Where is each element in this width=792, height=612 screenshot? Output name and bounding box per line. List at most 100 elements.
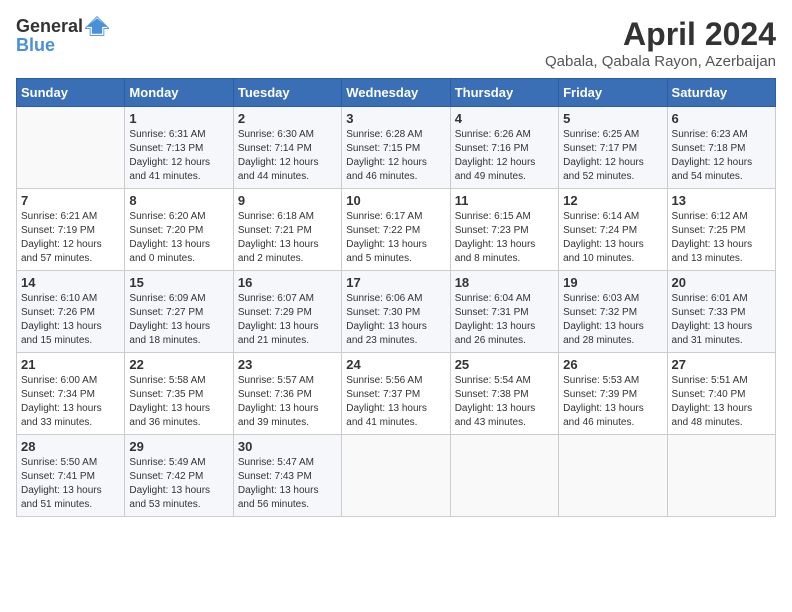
day-number: 25	[455, 357, 554, 372]
calendar-cell: 21 Sunrise: 6:00 AMSunset: 7:34 PMDayligh…	[17, 353, 125, 435]
calendar-cell: 29 Sunrise: 5:49 AMSunset: 7:42 PMDayligh…	[125, 435, 233, 517]
header-day-sunday: Sunday	[17, 79, 125, 107]
calendar-cell: 6 Sunrise: 6:23 AMSunset: 7:18 PMDaylight…	[667, 107, 775, 189]
day-number: 8	[129, 193, 228, 208]
day-info: Sunrise: 6:31 AMSunset: 7:13 PMDaylight:…	[129, 128, 228, 184]
header-day-saturday: Saturday	[667, 79, 775, 107]
day-info: Sunrise: 6:23 AMSunset: 7:18 PMDaylight:…	[672, 128, 771, 184]
day-info: Sunrise: 5:47 AMSunset: 7:43 PMDaylight:…	[238, 456, 337, 512]
day-number: 19	[563, 275, 662, 290]
header-day-friday: Friday	[559, 79, 667, 107]
calendar-cell: 7Sunrise: 6:21 AMSunset: 7:19 PMDaylight…	[17, 189, 125, 271]
calendar-cell: 16 Sunrise: 6:07 AMSunset: 7:29 PMDayligh…	[233, 271, 341, 353]
header-day-wednesday: Wednesday	[342, 79, 450, 107]
day-number: 16	[238, 275, 337, 290]
day-number: 9	[238, 193, 337, 208]
calendar-cell	[450, 435, 558, 517]
day-number: 30	[238, 439, 337, 454]
day-info: Sunrise: 6:14 AMSunset: 7:24 PMDaylight:…	[563, 210, 662, 266]
calendar-cell: 4 Sunrise: 6:26 AMSunset: 7:16 PMDaylight…	[450, 107, 558, 189]
header-day-tuesday: Tuesday	[233, 79, 341, 107]
day-info: Sunrise: 6:17 AMSunset: 7:22 PMDaylight:…	[346, 210, 445, 266]
day-info: Sunrise: 6:07 AMSunset: 7:29 PMDaylight:…	[238, 292, 337, 348]
day-number: 1	[129, 111, 228, 126]
calendar-cell: 9 Sunrise: 6:18 AMSunset: 7:21 PMDaylight…	[233, 189, 341, 271]
calendar-cell	[342, 435, 450, 517]
day-info: Sunrise: 5:58 AMSunset: 7:35 PMDaylight:…	[129, 374, 228, 430]
week-row-4: 21 Sunrise: 6:00 AMSunset: 7:34 PMDayligh…	[17, 353, 776, 435]
calendar-cell: 12 Sunrise: 6:14 AMSunset: 7:24 PMDayligh…	[559, 189, 667, 271]
day-info: Sunrise: 6:00 AMSunset: 7:34 PMDaylight:…	[21, 374, 120, 430]
calendar-cell: 14 Sunrise: 6:10 AMSunset: 7:26 PMDayligh…	[17, 271, 125, 353]
day-info: Sunrise: 5:49 AMSunset: 7:42 PMDaylight:…	[129, 456, 228, 512]
day-info: Sunrise: 6:15 AMSunset: 7:23 PMDaylight:…	[455, 210, 554, 266]
day-number: 21	[21, 357, 120, 372]
calendar-cell: 19 Sunrise: 6:03 AMSunset: 7:32 PMDayligh…	[559, 271, 667, 353]
calendar-cell: 26 Sunrise: 5:53 AMSunset: 7:39 PMDayligh…	[559, 353, 667, 435]
calendar-header-row: SundayMondayTuesdayWednesdayThursdayFrid…	[17, 79, 776, 107]
calendar-cell: 1 Sunrise: 6:31 AMSunset: 7:13 PMDaylight…	[125, 107, 233, 189]
day-number: 10	[346, 193, 445, 208]
calendar-cell	[17, 107, 125, 189]
day-info: Sunrise: 5:57 AMSunset: 7:36 PMDaylight:…	[238, 374, 337, 430]
day-info: Sunrise: 6:18 AMSunset: 7:21 PMDaylight:…	[238, 210, 337, 266]
week-row-3: 14 Sunrise: 6:10 AMSunset: 7:26 PMDayligh…	[17, 271, 776, 353]
calendar-cell: 2 Sunrise: 6:30 AMSunset: 7:14 PMDaylight…	[233, 107, 341, 189]
day-number: 23	[238, 357, 337, 372]
day-number: 27	[672, 357, 771, 372]
calendar-cell: 11Sunrise: 6:15 AMSunset: 7:23 PMDayligh…	[450, 189, 558, 271]
day-info: Sunrise: 6:10 AMSunset: 7:26 PMDaylight:…	[21, 292, 120, 348]
header-day-thursday: Thursday	[450, 79, 558, 107]
day-info: Sunrise: 5:51 AMSunset: 7:40 PMDaylight:…	[672, 374, 771, 430]
calendar-cell: 18 Sunrise: 6:04 AMSunset: 7:31 PMDayligh…	[450, 271, 558, 353]
calendar-cell: 3Sunrise: 6:28 AMSunset: 7:15 PMDaylight…	[342, 107, 450, 189]
calendar-cell: 30 Sunrise: 5:47 AMSunset: 7:43 PMDayligh…	[233, 435, 341, 517]
calendar-cell: 8 Sunrise: 6:20 AMSunset: 7:20 PMDaylight…	[125, 189, 233, 271]
calendar-cell: 10 Sunrise: 6:17 AMSunset: 7:22 PMDayligh…	[342, 189, 450, 271]
calendar-cell: 13Sunrise: 6:12 AMSunset: 7:25 PMDayligh…	[667, 189, 775, 271]
day-number: 4	[455, 111, 554, 126]
calendar-cell	[559, 435, 667, 517]
header-day-monday: Monday	[125, 79, 233, 107]
day-number: 17	[346, 275, 445, 290]
day-number: 29	[129, 439, 228, 454]
header: General Blue April 2024 Qabala, Qabala R…	[16, 16, 776, 70]
day-info: Sunrise: 6:30 AMSunset: 7:14 PMDaylight:…	[238, 128, 337, 184]
day-number: 2	[238, 111, 337, 126]
day-info: Sunrise: 6:20 AMSunset: 7:20 PMDaylight:…	[129, 210, 228, 266]
day-number: 3	[346, 111, 445, 126]
day-info: Sunrise: 5:50 AMSunset: 7:41 PMDaylight:…	[21, 456, 120, 512]
calendar-cell: 27 Sunrise: 5:51 AMSunset: 7:40 PMDayligh…	[667, 353, 775, 435]
day-info: Sunrise: 6:06 AMSunset: 7:30 PMDaylight:…	[346, 292, 445, 348]
day-number: 18	[455, 275, 554, 290]
day-number: 12	[563, 193, 662, 208]
day-number: 22	[129, 357, 228, 372]
day-info: Sunrise: 6:26 AMSunset: 7:16 PMDaylight:…	[455, 128, 554, 184]
day-info: Sunrise: 6:21 AMSunset: 7:19 PMDaylight:…	[21, 210, 120, 266]
calendar-cell: 5Sunrise: 6:25 AMSunset: 7:17 PMDaylight…	[559, 107, 667, 189]
day-number: 15	[129, 275, 228, 290]
calendar-cell: 17 Sunrise: 6:06 AMSunset: 7:30 PMDayligh…	[342, 271, 450, 353]
day-info: Sunrise: 6:04 AMSunset: 7:31 PMDaylight:…	[455, 292, 554, 348]
month-title: April 2024	[545, 16, 776, 53]
calendar-cell: 23 Sunrise: 5:57 AMSunset: 7:36 PMDayligh…	[233, 353, 341, 435]
calendar-cell: 15 Sunrise: 6:09 AMSunset: 7:27 PMDayligh…	[125, 271, 233, 353]
day-info: Sunrise: 5:56 AMSunset: 7:37 PMDaylight:…	[346, 374, 445, 430]
day-info: Sunrise: 6:09 AMSunset: 7:27 PMDaylight:…	[129, 292, 228, 348]
title-area: April 2024 Qabala, Qabala Rayon, Azerbai…	[545, 16, 776, 70]
calendar-cell: 25Sunrise: 5:54 AMSunset: 7:38 PMDayligh…	[450, 353, 558, 435]
logo-blue-text: Blue	[16, 35, 55, 55]
day-info: Sunrise: 5:53 AMSunset: 7:39 PMDaylight:…	[563, 374, 662, 430]
calendar-cell: 20Sunrise: 6:01 AMSunset: 7:33 PMDayligh…	[667, 271, 775, 353]
day-number: 26	[563, 357, 662, 372]
day-number: 14	[21, 275, 120, 290]
logo: General Blue	[16, 16, 109, 56]
week-row-1: 1 Sunrise: 6:31 AMSunset: 7:13 PMDaylight…	[17, 107, 776, 189]
logo-general-text: General	[16, 17, 83, 35]
day-number: 24	[346, 357, 445, 372]
day-info: Sunrise: 6:03 AMSunset: 7:32 PMDaylight:…	[563, 292, 662, 348]
day-info: Sunrise: 6:12 AMSunset: 7:25 PMDaylight:…	[672, 210, 771, 266]
calendar-cell: 22 Sunrise: 5:58 AMSunset: 7:35 PMDayligh…	[125, 353, 233, 435]
day-number: 6	[672, 111, 771, 126]
calendar-cell	[667, 435, 775, 517]
